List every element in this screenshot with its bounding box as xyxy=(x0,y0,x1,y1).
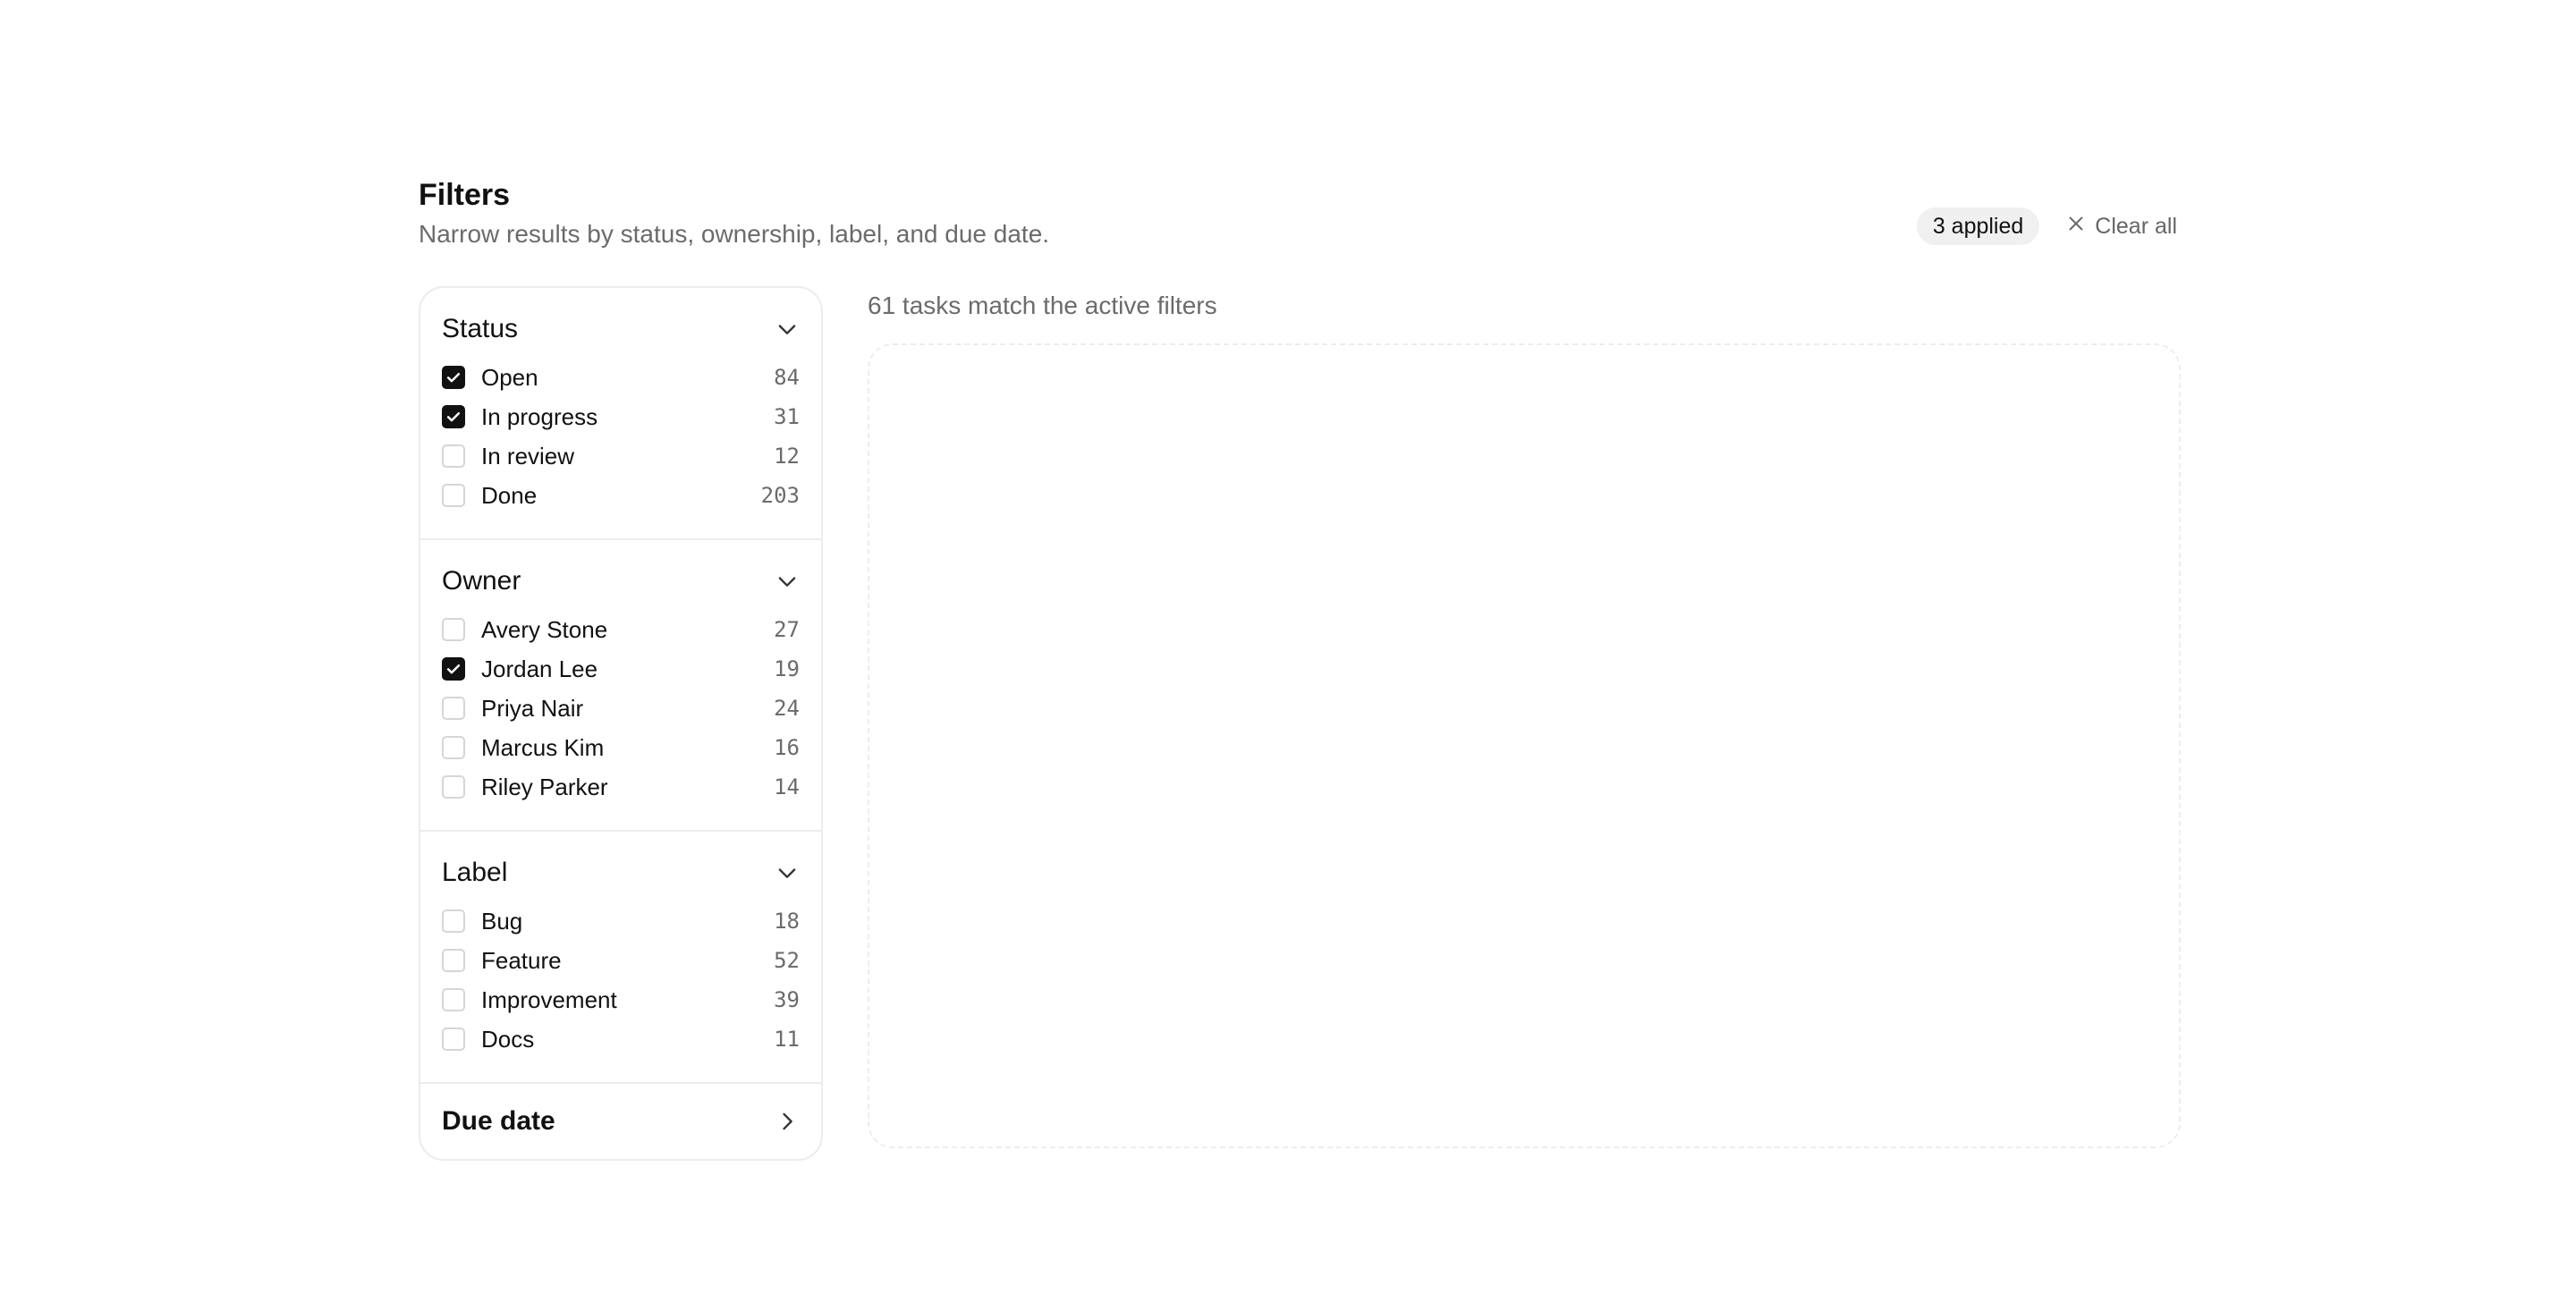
option-label: Jordan Lee xyxy=(481,655,598,682)
option-count: 203 xyxy=(760,483,800,508)
checkbox[interactable] xyxy=(442,484,465,507)
checkbox[interactable] xyxy=(442,988,465,1011)
chevron-down-icon xyxy=(775,860,800,885)
section-title: Status xyxy=(442,314,519,343)
filter-options: Open 84 In progress 31 In review 12 Done 203 xyxy=(442,358,800,515)
option-label: Avery Stone xyxy=(481,615,608,643)
option-label: Open xyxy=(481,363,538,391)
checkbox[interactable] xyxy=(442,405,465,428)
filter-section-due-date: Due date xyxy=(420,1084,821,1159)
filter-section-owner: Owner Avery Stone 27 Jordan Lee 19 Priya Nair… xyxy=(420,540,821,832)
results-count: 61 tasks match the active filters xyxy=(868,292,1217,319)
section-toggle-status[interactable]: Status xyxy=(442,309,800,349)
option-label: Riley Parker xyxy=(481,773,608,800)
option-label: Marcus Kim xyxy=(481,733,605,761)
checkbox[interactable] xyxy=(442,657,465,681)
filter-option[interactable]: Riley Parker 14 xyxy=(442,767,800,807)
filter-section-label: Label Bug 18 Feature 52 Improvement 39 Docs 11 xyxy=(420,832,821,1084)
checkbox[interactable] xyxy=(442,366,465,389)
option-label: Feature xyxy=(481,946,562,974)
section-title: Due date xyxy=(442,1106,555,1136)
option-label: Priya Nair xyxy=(481,694,584,722)
option-count: 24 xyxy=(774,696,800,721)
filter-option[interactable]: Priya Nair 24 xyxy=(442,689,800,728)
option-count: 84 xyxy=(774,365,800,390)
results-list-area xyxy=(868,343,2181,1148)
header-actions: 3 applied Clear all xyxy=(1916,207,2181,245)
section-toggle-label[interactable]: Label xyxy=(442,853,800,892)
filter-option[interactable]: Improvement 39 xyxy=(442,980,800,1019)
checkmark-icon xyxy=(445,408,462,426)
section-toggle-due-date[interactable]: Due date xyxy=(442,1102,800,1141)
checkbox[interactable] xyxy=(442,444,465,468)
filter-option[interactable]: Feature 52 xyxy=(442,941,800,980)
section-title: Owner xyxy=(442,566,521,596)
filter-option[interactable]: In progress 31 xyxy=(442,397,800,436)
checkbox[interactable] xyxy=(442,909,465,933)
close-icon xyxy=(2066,214,2086,240)
filter-option[interactable]: Jordan Lee 19 xyxy=(442,649,800,689)
filter-option[interactable]: Avery Stone 27 xyxy=(442,610,800,649)
option-label: In progress xyxy=(481,402,598,430)
filter-option[interactable]: Marcus Kim 16 xyxy=(442,728,800,767)
checkbox[interactable] xyxy=(442,1028,465,1051)
chevron-down-icon xyxy=(775,569,800,594)
checkbox[interactable] xyxy=(442,697,465,720)
filter-option[interactable]: Bug 18 xyxy=(442,901,800,941)
chevron-down-icon xyxy=(775,317,800,342)
filter-option[interactable]: Done 203 xyxy=(442,476,800,515)
option-label: Improvement xyxy=(481,985,617,1013)
checkmark-icon xyxy=(445,368,462,386)
checkbox[interactable] xyxy=(442,618,465,641)
filter-option[interactable]: In review 12 xyxy=(442,436,800,476)
filter-options: Avery Stone 27 Jordan Lee 19 Priya Nair 24 Mar… xyxy=(442,610,800,807)
option-count: 31 xyxy=(774,404,800,429)
option-count: 12 xyxy=(774,444,800,469)
chevron-right-icon xyxy=(775,1109,800,1134)
section-toggle-owner[interactable]: Owner xyxy=(442,562,800,601)
filters-header: Filters Narrow results by status, owners… xyxy=(419,175,2181,286)
option-count: 14 xyxy=(774,774,800,799)
option-count: 52 xyxy=(774,948,800,973)
option-label: In review xyxy=(481,442,575,469)
filters-page: Filters Narrow results by status, owners… xyxy=(419,175,2181,1161)
filter-panel: Status Open 84 In progress 31 In review 12 Done… xyxy=(419,286,823,1161)
filter-option[interactable]: Open 84 xyxy=(442,358,800,397)
option-count: 16 xyxy=(774,735,800,760)
applied-count-badge: 3 applied xyxy=(1916,207,2040,245)
option-count: 27 xyxy=(774,617,800,642)
filter-section-status: Status Open 84 In progress 31 In review 12 Done… xyxy=(420,288,821,540)
checkbox[interactable] xyxy=(442,775,465,799)
clear-all-button[interactable]: Clear all xyxy=(2063,208,2181,245)
option-count: 18 xyxy=(774,909,800,934)
option-label: Done xyxy=(481,481,538,509)
option-count: 19 xyxy=(774,656,800,681)
option-label: Bug xyxy=(481,907,523,935)
filter-option[interactable]: Docs 11 xyxy=(442,1019,800,1059)
checkbox[interactable] xyxy=(442,736,465,759)
checkbox[interactable] xyxy=(442,949,465,972)
checkmark-icon xyxy=(445,660,462,678)
filter-options: Bug 18 Feature 52 Improvement 39 Docs 11 xyxy=(442,901,800,1059)
option-count: 11 xyxy=(774,1027,800,1052)
section-title: Label xyxy=(442,858,508,887)
results-panel: 61 tasks match the active filters xyxy=(868,286,2181,1148)
option-label: Docs xyxy=(481,1025,535,1053)
option-count: 39 xyxy=(774,987,800,1012)
clear-all-label: Clear all xyxy=(2095,213,2177,239)
